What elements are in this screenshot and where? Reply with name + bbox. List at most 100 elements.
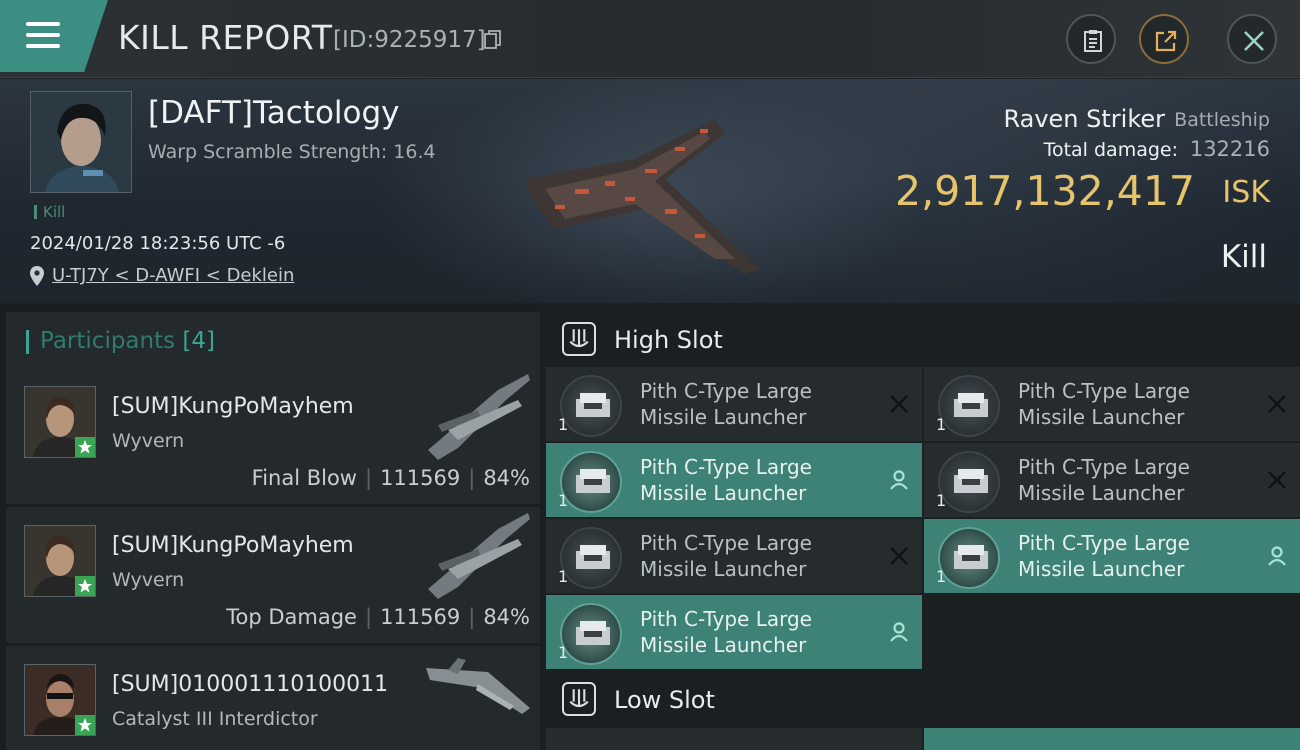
low-slot-icon [562,682,596,716]
module-name: Pith C-Type Large Missile Launcher [640,455,812,505]
module-item[interactable]: 1 Pith C-Type Large Missile Launcher [924,519,1300,593]
star-badge-icon [75,715,95,735]
top-bar: KILL REPORT [ID:9225917] [0,0,1300,78]
participant-row[interactable]: [SUM]KungPoMayhem Wyvern Top Damage | 1115… [6,507,540,643]
fitting-panel: High Slot 1 Pith C-Type Large Missile Lau… [540,304,1300,750]
participant-damage: 111569 [380,466,461,490]
module-name: Pith C-Type Large Missile Launcher [1018,455,1190,505]
participant-ship-image [428,374,530,460]
participant-ship-image [426,658,530,714]
participant-percent: 84% [483,605,530,629]
missile-launcher-icon [938,527,1000,589]
participant-name[interactable]: [SUM]KungPoMayhem [112,394,354,419]
module-name: Pith C-Type Large Missile Launcher [640,379,812,429]
share-icon [1155,30,1177,52]
star-badge-icon [75,437,95,457]
victim-portrait[interactable] [30,91,132,193]
missile-launcher-icon [560,451,622,513]
kill-result: Kill [1220,239,1267,275]
dropped-person-icon [1268,546,1286,566]
close-icon [1244,31,1264,51]
module-item-partial[interactable] [924,728,1300,750]
participant-row[interactable]: [SUM]KungPoMayhem Wyvern Final Blow | 1115… [6,368,540,504]
module-quantity: 1 [936,491,947,510]
low-slot-title: Low Slot [614,686,715,714]
victim-ship-name: Raven Striker [1003,105,1165,133]
victim-name[interactable]: [DAFT]Tactology [148,95,400,131]
high-slot-header: High Slot [546,310,1300,370]
participants-panel: Participants [4] [SUM]KungPoMayhem Wyver… [0,304,540,750]
total-damage-label: Total damage: [1043,139,1178,161]
module-quantity: 1 [558,491,569,510]
warp-scramble-strength: Warp Scramble Strength: 16.4 [148,141,436,163]
low-slot-header: Low Slot [546,670,1300,730]
module-quantity: 1 [558,415,569,434]
high-slot-title: High Slot [614,326,723,354]
participant-ship: Wyvern [112,569,185,591]
participants-title: Participants [4] [40,328,216,354]
dropped-person-icon [890,622,908,642]
participant-portrait[interactable] [24,386,96,458]
module-item[interactable]: 1 Pith C-Type Large Missile Launcher [546,595,922,669]
destroyed-x-icon [890,395,908,413]
module-item[interactable]: 1 Pith C-Type Large Missile Launcher [924,367,1300,441]
participant-portrait[interactable] [24,525,96,597]
participants-count: [4] [182,328,216,354]
menu-button[interactable] [0,0,108,72]
kill-summary: [DAFT]Tactology Warp Scramble Strength: … [0,79,1300,303]
victim-ship-class: Battleship [1174,109,1270,131]
module-quantity: 1 [558,643,569,662]
module-item[interactable]: 1 Pith C-Type Large Missile Launcher [924,443,1300,517]
share-button[interactable] [1139,14,1189,64]
module-quantity: 1 [936,415,947,434]
participant-row[interactable]: [SUM]010001110100011 Catalyst III Interd… [6,646,540,750]
star-badge-icon [75,576,95,596]
module-item-partial[interactable] [546,728,922,750]
destroyed-x-icon [1268,395,1286,413]
dropped-person-icon [890,470,908,490]
missile-launcher-icon [938,451,1000,513]
module-quantity: 1 [936,567,947,586]
missile-launcher-icon [560,603,622,665]
module-item[interactable]: 1 Pith C-Type Large Missile Launcher [546,367,922,441]
location-link[interactable]: U-TJ7Y < D-AWFI < Deklein [30,265,294,286]
kill-tag: Kill [34,203,65,221]
module-name: Pith C-Type Large Missile Launcher [1018,531,1190,581]
participant-damage: 111569 [380,605,461,629]
participant-percent: 84% [483,466,530,490]
participant-role: Top Damage [226,605,357,629]
participant-name[interactable]: [SUM]KungPoMayhem [112,533,354,558]
clipboard-icon [1084,30,1102,52]
module-name: Pith C-Type Large Missile Launcher [1018,379,1190,429]
isk-value: 2,917,132,417 [895,167,1195,215]
participant-ship-image [428,513,530,599]
participant-portrait[interactable] [24,664,96,736]
location-text: U-TJ7Y < D-AWFI < Deklein [52,265,295,286]
total-damage-value: 132216 [1189,137,1270,161]
missile-launcher-icon [560,375,622,437]
participant-stats: Final Blow | 111569 | 84% [251,466,530,490]
destroyed-x-icon [890,547,908,565]
close-button[interactable] [1227,14,1277,64]
isk-unit: ISK [1222,175,1270,210]
destroyed-x-icon [1268,471,1286,489]
participant-ship: Catalyst III Interdictor [112,708,318,730]
participant-stats: Top Damage | 111569 | 84% [226,605,530,629]
module-quantity: 1 [558,567,569,586]
kill-timestamp: 2024/01/28 18:23:56 UTC -6 [30,233,286,254]
participants-header: Participants [4] [6,312,540,368]
copy-icon[interactable] [484,30,502,50]
module-item[interactable]: 1 Pith C-Type Large Missile Launcher [546,519,922,593]
clipboard-button[interactable] [1066,14,1116,64]
missile-launcher-icon [560,527,622,589]
location-pin-icon [30,266,44,286]
module-item[interactable]: 1 Pith C-Type Large Missile Launcher [546,443,922,517]
page-title: KILL REPORT [118,18,333,57]
module-name: Pith C-Type Large Missile Launcher [640,531,812,581]
participant-name[interactable]: [SUM]010001110100011 [112,672,388,697]
module-name: Pith C-Type Large Missile Launcher [640,607,812,657]
report-id: [ID:9225917] [333,27,486,53]
high-slot-icon [562,322,596,356]
missile-launcher-icon [938,375,1000,437]
victim-ship-image [525,119,760,274]
